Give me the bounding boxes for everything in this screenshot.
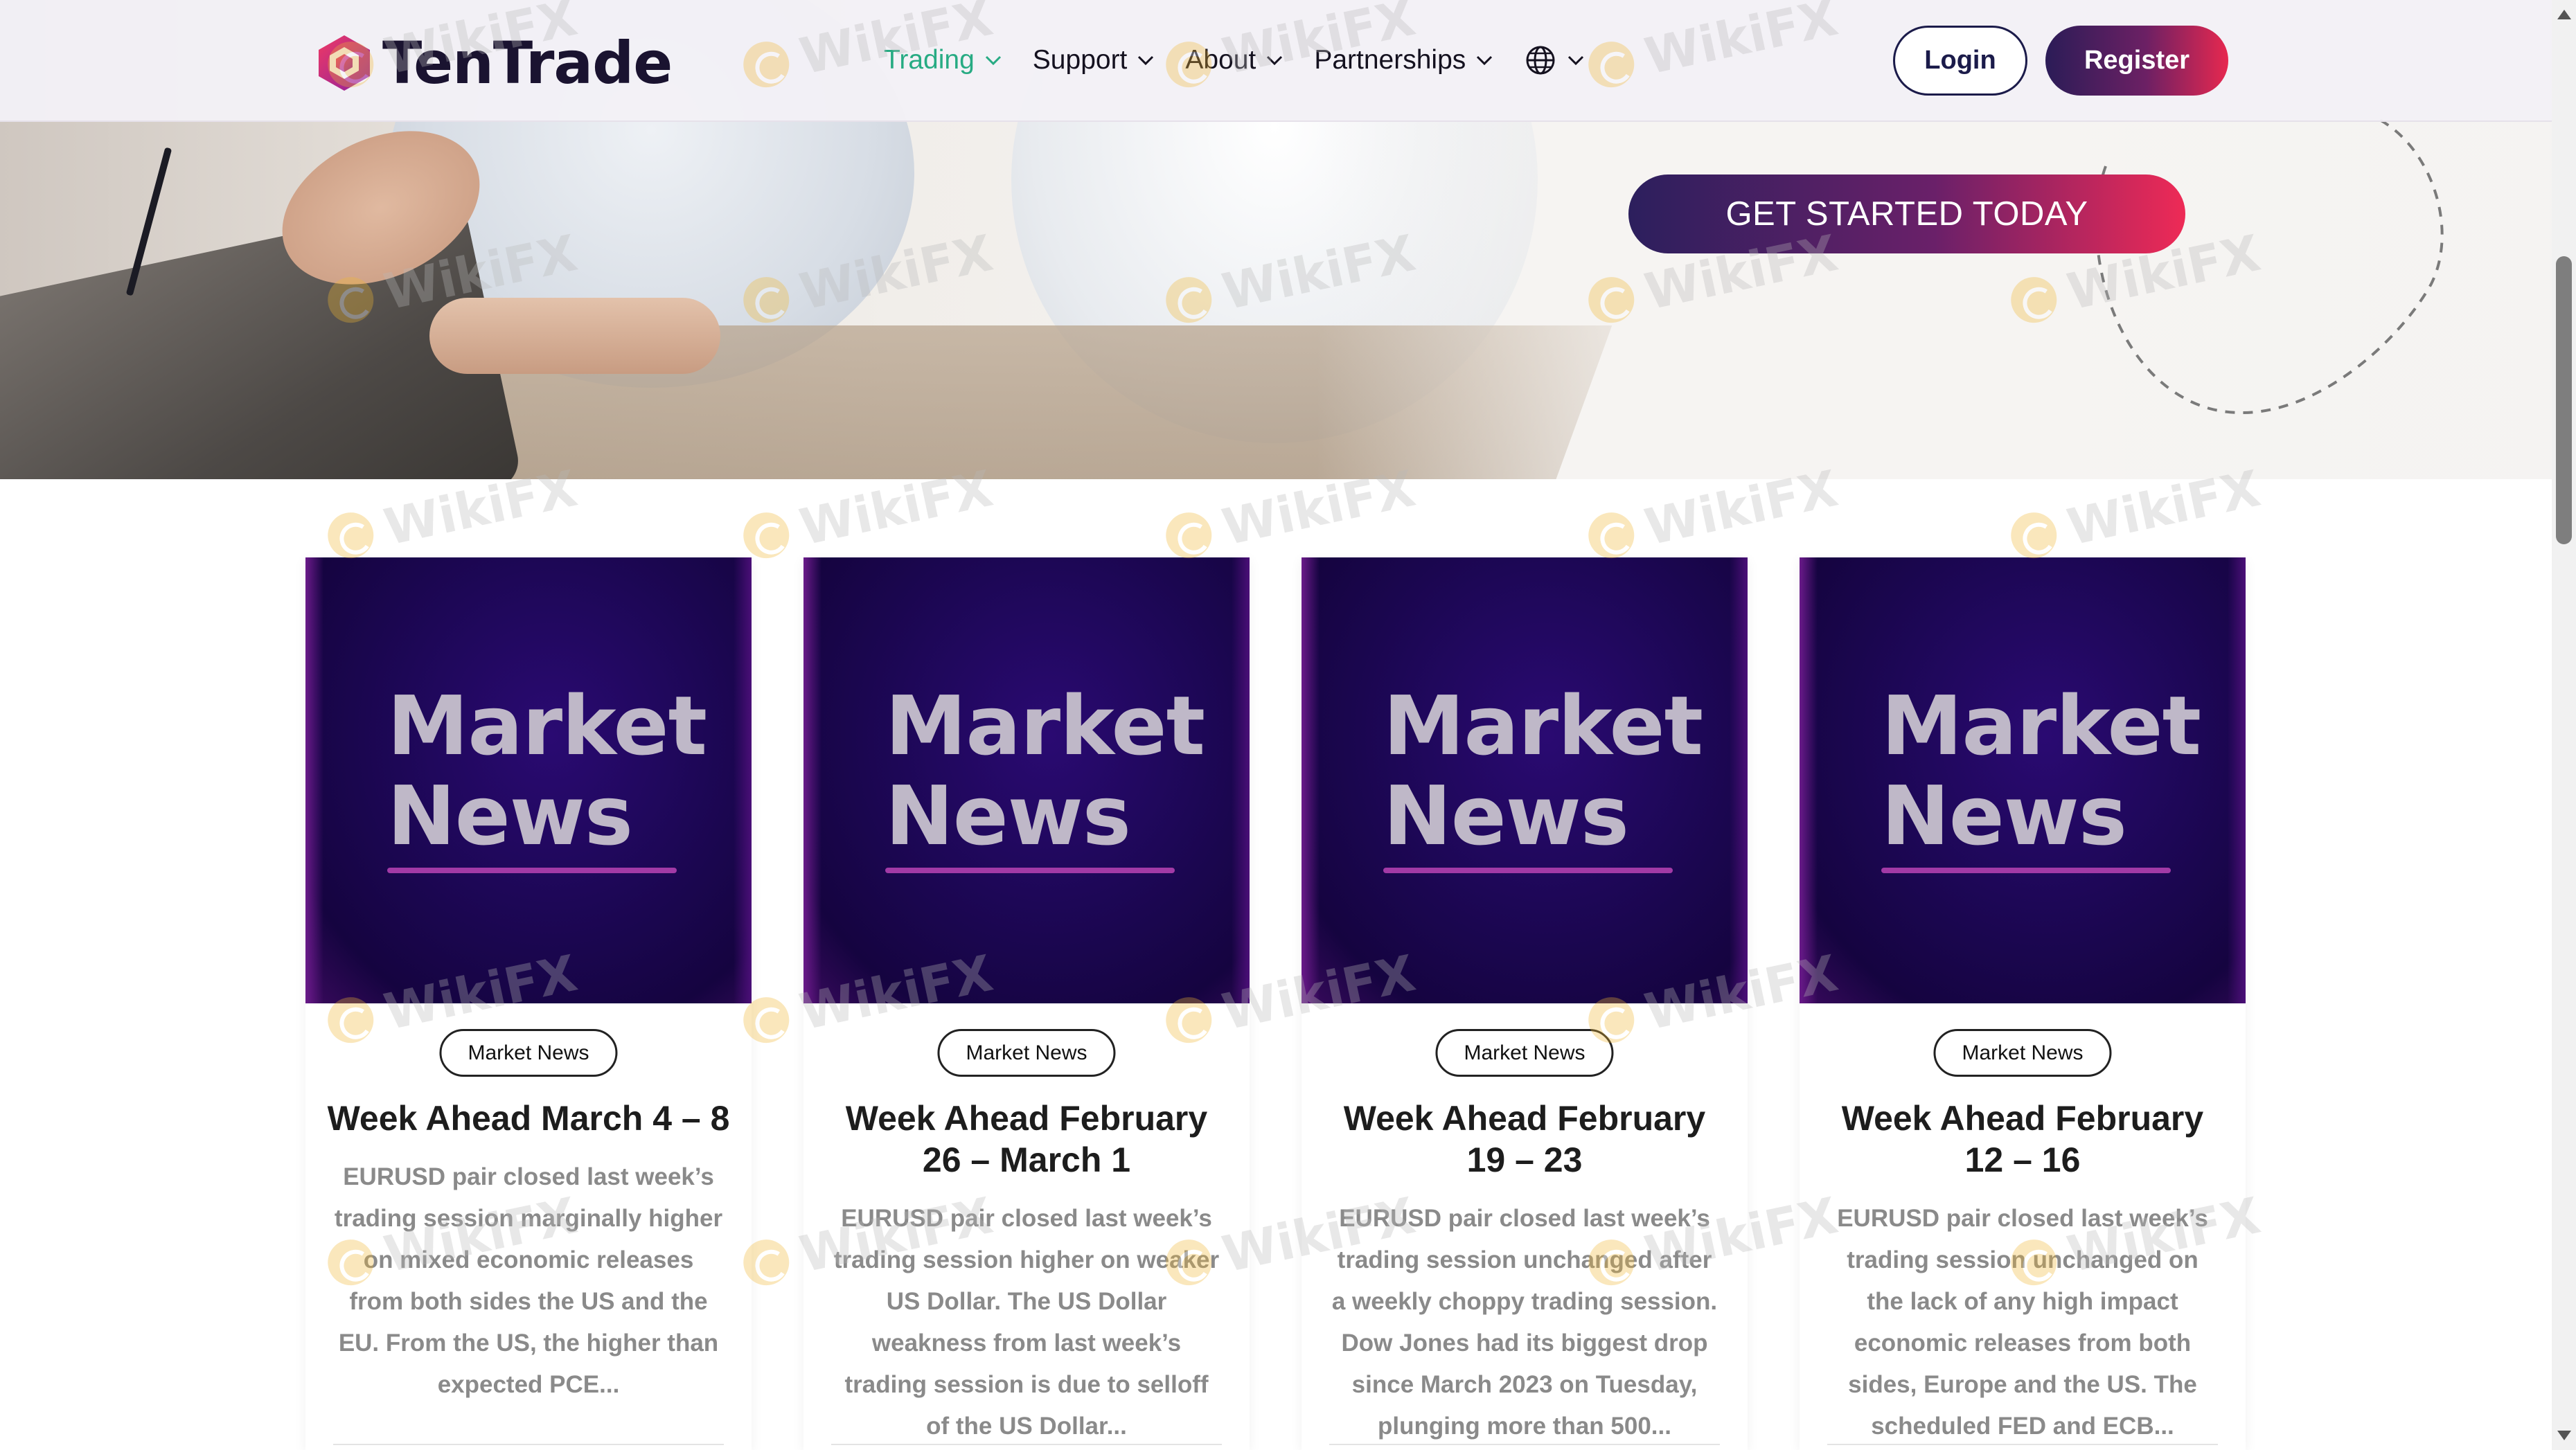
card-excerpt: EURUSD pair closed last week’s trading s… [1331, 1205, 1718, 1440]
logo-text: TenTrade [382, 29, 673, 97]
thumbnail-underline [885, 868, 1175, 873]
globe-icon [1526, 46, 1555, 75]
thumbnail-text: Market News [387, 681, 707, 861]
wikifx-logo-icon [1162, 508, 1216, 563]
category-badge[interactable]: Market News [1435, 1029, 1614, 1077]
thumbnail-text: Market News [1881, 681, 2201, 861]
login-button[interactable]: Login [1893, 26, 2027, 96]
wikifx-logo-icon [323, 508, 378, 563]
nav-trading[interactable]: Trading [884, 45, 1002, 75]
news-card-grid: Market News Market News Week Ahead March… [305, 557, 2246, 1450]
chevron-down-icon [985, 55, 1001, 66]
card-thumbnail[interactable]: Market News [305, 557, 752, 1003]
wikifx-logo-icon [1584, 508, 1639, 563]
nav-partnerships-label: Partnerships [1314, 45, 1466, 75]
thumbnail-text-line2: News [885, 768, 1131, 863]
news-card[interactable]: Market News Market News Week Ahead Febru… [1800, 557, 2246, 1450]
card-divider [333, 1444, 724, 1445]
tentrade-logo-icon [319, 35, 370, 91]
logo[interactable]: TenTrade [314, 29, 673, 97]
card-divider [1827, 1444, 2218, 1445]
card-thumbnail[interactable]: Market News [1800, 557, 2246, 1003]
card-thumbnail[interactable]: Market News [1302, 557, 1748, 1003]
card-excerpt: EURUSD pair closed last week’s trading s… [833, 1205, 1220, 1440]
nav-about-label: About [1185, 45, 1256, 75]
news-card[interactable]: Market News Market News Week Ahead Febru… [803, 557, 1250, 1450]
wikifx-logo-icon [739, 508, 794, 563]
thumbnail-text-line1: Market [1383, 678, 1703, 773]
main-nav: Trading Support About Partnerships [884, 39, 1615, 82]
thumbnail-text-line2: News [1881, 768, 2127, 863]
nav-about[interactable]: About [1185, 45, 1283, 75]
nav-partnerships[interactable]: Partnerships [1314, 45, 1493, 75]
language-selector[interactable] [1524, 44, 1585, 77]
thumbnail-text-line1: Market [885, 678, 1205, 773]
card-title[interactable]: Week Ahead February 26 – March 1 [824, 1098, 1229, 1181]
thumbnail-underline [1881, 868, 2171, 873]
nav-support-label: Support [1032, 45, 1128, 75]
scrollbar-thumb[interactable] [2556, 256, 2572, 544]
card-divider [831, 1444, 1222, 1445]
category-badge[interactable]: Market News [937, 1029, 1116, 1077]
thumbnail-underline [387, 868, 677, 873]
card-thumbnail[interactable]: Market News [803, 557, 1250, 1003]
thumbnail-text: Market News [885, 681, 1205, 861]
card-excerpt: EURUSD pair closed last week’s trading s… [1837, 1205, 2208, 1440]
thumbnail-text-line2: News [387, 768, 633, 863]
news-card[interactable]: Market News Market News Week Ahead March… [305, 557, 752, 1450]
card-excerpt: EURUSD pair closed last week’s trading s… [334, 1163, 723, 1398]
chevron-down-icon [1477, 55, 1493, 66]
thumbnail-text-line2: News [1383, 768, 1629, 863]
register-button[interactable]: Register [2045, 26, 2228, 96]
card-divider [1329, 1444, 1720, 1445]
dashed-curve-decoration [2095, 118, 2444, 414]
category-badge[interactable]: Market News [439, 1029, 618, 1077]
chevron-down-icon [1267, 55, 1283, 66]
nav-trading-label: Trading [884, 45, 975, 75]
chevron-down-icon [1138, 55, 1154, 66]
scroll-down-arrow-icon[interactable] [2557, 1431, 2571, 1440]
chevron-down-icon [1568, 55, 1584, 66]
page-scrollbar[interactable] [2552, 0, 2576, 1450]
card-title[interactable]: Week Ahead February 19 – 23 [1322, 1098, 1727, 1181]
card-title[interactable]: Week Ahead February 12 – 16 [1820, 1098, 2225, 1181]
card-title[interactable]: Week Ahead March 4 – 8 [326, 1098, 731, 1139]
nav-support[interactable]: Support [1033, 45, 1155, 75]
thumbnail-text: Market News [1383, 681, 1703, 861]
thumbnail-underline [1383, 868, 1673, 873]
wikifx-logo-icon [2007, 508, 2061, 563]
page: GET STARTED TODAY TenTrade Trading Suppo… [0, 0, 2576, 1450]
news-card[interactable]: Market News Market News Week Ahead Febru… [1302, 557, 1748, 1450]
thumbnail-text-line1: Market [1881, 678, 2201, 773]
thumbnail-text-line1: Market [387, 678, 707, 773]
site-header: TenTrade Trading Support About Partnersh… [0, 0, 2552, 122]
hero-photo-arm [429, 298, 720, 374]
scroll-up-arrow-icon[interactable] [2557, 10, 2571, 19]
get-started-button[interactable]: GET STARTED TODAY [1628, 174, 2185, 253]
category-badge[interactable]: Market News [1933, 1029, 2112, 1077]
